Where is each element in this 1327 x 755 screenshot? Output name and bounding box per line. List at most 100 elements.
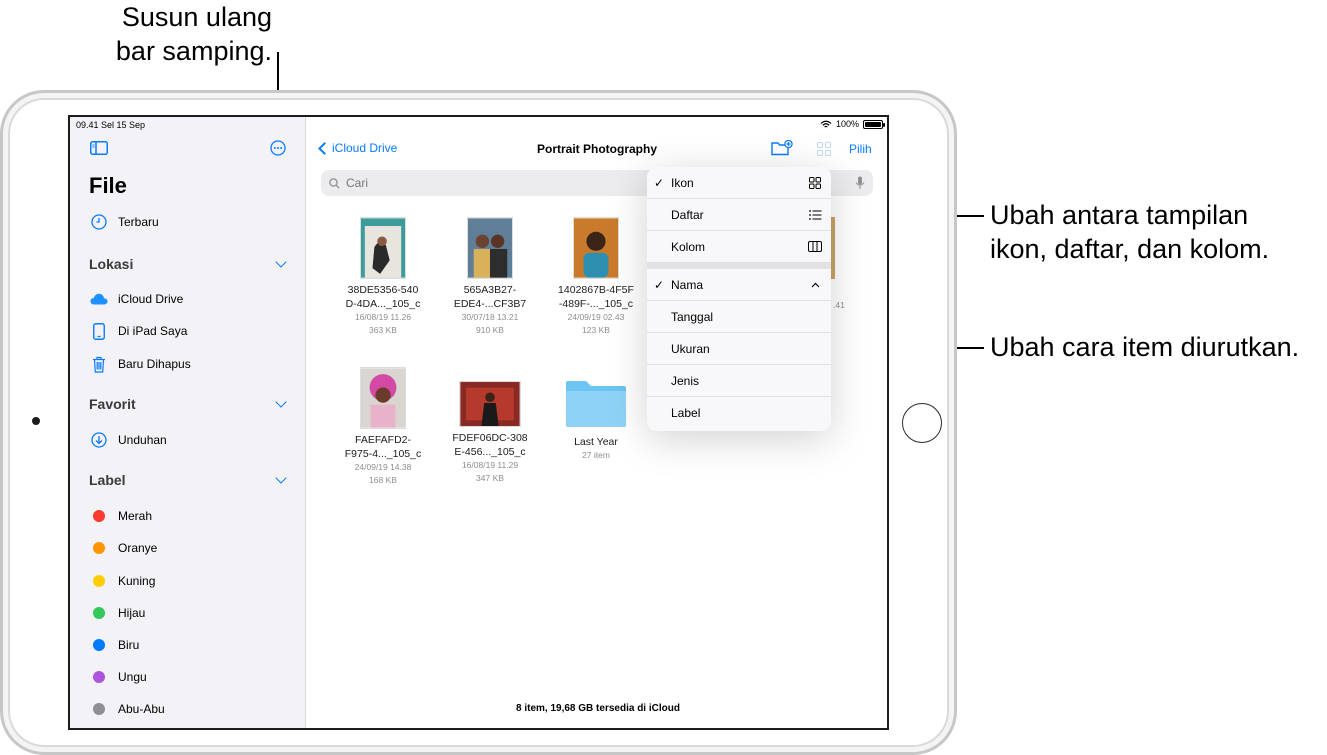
menu-item-list[interactable]: Daftar [647,199,831,231]
clock-icon [90,213,108,231]
menu-item-columns[interactable]: Kolom [647,231,831,263]
menu-item-sort-date[interactable]: Tanggal [647,301,831,333]
sidebar-tag-green[interactable]: Hijau [90,603,145,623]
section-header-tags[interactable]: Label [89,472,289,488]
sidebar-item-icloud-drive[interactable]: iCloud Drive [90,289,183,309]
file-name: EDE4-...CF3B7 [453,298,527,310]
select-button[interactable]: Pilih [849,142,872,156]
sidebar-tag-yellow[interactable]: Kuning [90,571,155,591]
section-header-locations[interactable]: Lokasi [89,256,289,272]
file-name: -489F-..._105_c [558,298,634,310]
chevron-left-icon [318,141,331,155]
sidebar-item-recently-deleted[interactable]: Baru Dihapus [90,354,191,374]
ipad-screen: 09.41 Sel 15 Sep File Terbaru Lokasi iCl… [68,115,889,730]
callout-text-line2: ikon, daftar, dan kolom. [990,234,1270,264]
section-header-favorites[interactable]: Favorit [89,396,289,412]
sidebar-title: File [89,173,127,198]
section-title: Favorit [89,396,136,412]
sidebar-item-recents[interactable]: Terbaru [90,212,159,232]
file-size: 168 KB [369,475,397,485]
sidebar-item-label: Terbaru [118,215,159,229]
trash-icon [90,355,108,373]
sidebar-item-label: Abu-Abu [118,702,165,716]
file-name: FDEF06DC-308 [452,432,528,444]
new-folder-icon[interactable] [771,140,793,156]
menu-item-sort-tags[interactable]: Label [647,397,831,429]
menu-item-label: Ikon [671,175,694,190]
sidebar-item-on-my-ipad[interactable]: Di iPad Saya [90,321,187,341]
photo-thumbnail [360,367,406,429]
sidebar-item-downloads[interactable]: Unduhan [90,430,167,450]
sidebar-item-label: Baru Dihapus [118,357,191,371]
menu-item-label: Daftar [671,207,704,222]
view-options-icon[interactable] [817,142,831,156]
folder-item[interactable]: Last Year 27 item [546,379,646,462]
folder-name: Last Year [574,436,618,448]
file-item[interactable]: 565A3B27- EDE4-...CF3B7 30/07/18 13.21 9… [440,217,540,337]
menu-item-label: Kolom [671,239,706,254]
back-label: iCloud Drive [332,141,398,155]
photo-thumbnail [573,217,619,279]
menu-item-label: Jenis [671,373,700,388]
menu-item-sort-size[interactable]: Ukuran [647,333,831,365]
callout-text-line2: bar samping. [115,36,272,66]
callout-change-view: Ubah antara tampilan ikon, daftar, dan k… [990,198,1320,266]
sidebar-tag-gray[interactable]: Abu-Abu [90,699,165,719]
wifi-icon [820,120,832,127]
file-name: E-456..._105_c [454,446,526,458]
chevron-down-icon [275,396,287,408]
file-size: 363 KB [369,325,397,335]
sidebar-item-label: Oranye [118,541,158,555]
microphone-icon[interactable] [855,176,865,190]
menu-item-icons[interactable]: ✓ Ikon [647,167,831,199]
file-size: 910 KB [476,325,504,335]
checkmark-icon: ✓ [653,175,665,190]
chevron-down-icon [275,472,287,484]
folder-count: 27 item [582,450,610,460]
view-options-menu: ✓ Ikon Daftar Kolom ✓ Nama Tanggal Ukura… [647,167,831,431]
file-name: D-4DA..._105_c [345,298,421,310]
menu-item-label: Label [671,406,701,420]
file-item[interactable]: FAEFAFD2- F975-4..._105_c 24/09/19 14.38… [333,367,433,487]
sidebar-tag-red[interactable]: Merah [90,506,152,526]
sidebar-tag-purple[interactable]: Ungu [90,667,147,687]
file-item[interactable]: 1402867B-4F5F -489F-..._105_c 24/09/19 0… [546,217,646,337]
menu-item-sort-name[interactable]: ✓ Nama [647,269,831,301]
tag-color-dot [93,510,105,522]
photo-thumbnail [360,217,406,279]
checkmark-icon: ✓ [653,277,665,292]
sidebar-item-label: iCloud Drive [118,292,184,306]
sidebar-item-label: Merah [118,509,153,523]
menu-item-label: Nama [671,277,704,292]
file-item[interactable]: 38DE5356-540 D-4DA..._105_c 16/08/19 11.… [333,217,433,337]
file-size: 347 KB [476,473,504,483]
file-name: F975-4..._105_c [344,448,422,460]
search-input[interactable] [346,176,646,190]
search-icon [329,177,340,189]
callout-text-line1: Susun ulang [121,2,272,32]
file-name: 1402867B-4F5F [558,284,634,296]
sidebar-tag-orange[interactable]: Oranye [90,538,157,558]
sidebar-toggle-icon[interactable] [90,141,108,155]
front-camera [32,417,40,425]
file-date: 30/07/18 13.21 [461,312,519,322]
status-indicators: 100% [820,119,885,129]
file-size: 123 KB [582,325,610,335]
menu-item-label: Tanggal [671,309,714,324]
callout-rearrange-sidebar: Susun ulang bar samping. [100,0,272,68]
home-button[interactable] [902,403,942,443]
sidebar-item-label: Biru [118,638,140,652]
file-name: FAEFAFD2- [354,434,411,446]
file-item[interactable]: FDEF06DC-308 E-456..._105_c 16/08/19 11.… [440,381,540,485]
file-date: 24/09/19 02.43 [567,312,625,322]
back-button[interactable]: iCloud Drive [317,141,397,155]
menu-item-sort-kind[interactable]: Jenis [647,365,831,397]
file-date: 16/08/19 11.26 [354,312,412,322]
callout-text-line1: Ubah antara tampilan [990,200,1249,230]
sidebar-tag-blue[interactable]: Biru [90,635,139,655]
chevron-down-icon [275,256,287,268]
menu-item-label: Ukuran [671,341,710,356]
more-options-icon[interactable] [270,140,286,156]
file-name: 565A3B27- [463,284,517,296]
sidebar-item-label: Di iPad Saya [118,324,188,338]
